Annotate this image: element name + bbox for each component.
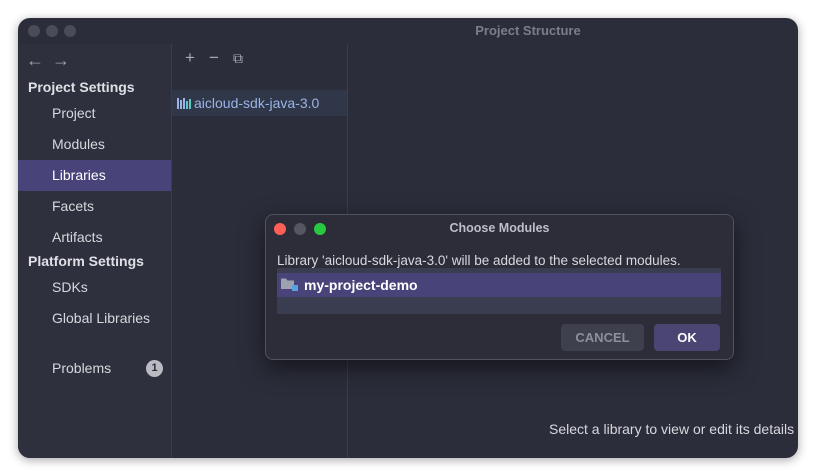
arrow-left-icon[interactable]: ← <box>26 50 52 71</box>
dialog-title: Choose Modules <box>449 221 550 235</box>
cancel-button[interactable]: CANCEL <box>561 324 644 351</box>
sidebar-item-libraries[interactable]: Libraries <box>18 160 171 191</box>
platform-settings-heading: Platform Settings <box>28 253 144 269</box>
library-item-label: aicloud-sdk-java-3.0 <box>194 95 320 111</box>
project-structure-window: Project Structure ← → Project Settings Pr… <box>18 18 798 458</box>
add-icon[interactable]: + <box>178 48 202 68</box>
library-toolbar: + − ⧉ <box>178 48 250 68</box>
sidebar-item-artifacts[interactable]: Artifacts <box>18 222 171 253</box>
sidebar: ← → Project Settings Project Modules Libr… <box>18 44 171 458</box>
module-item[interactable]: my-project-demo <box>277 273 721 297</box>
sidebar-item-problems[interactable]: Problems 1 <box>18 353 171 384</box>
module-folder-icon <box>281 278 298 291</box>
arrow-right-icon[interactable]: → <box>52 50 78 71</box>
problems-count-badge: 1 <box>146 360 163 377</box>
window-title: Project Structure <box>475 23 581 38</box>
sidebar-item-project[interactable]: Project <box>18 98 171 129</box>
empty-selection-message: Select a library to view or edit its det… <box>549 421 795 437</box>
ok-button[interactable]: OK <box>654 324 720 351</box>
sidebar-item-modules[interactable]: Modules <box>18 129 171 160</box>
title-bar: Project Structure <box>18 18 798 44</box>
module-item-label: my-project-demo <box>304 277 418 293</box>
copy-icon[interactable]: ⧉ <box>226 50 250 67</box>
remove-icon[interactable]: − <box>202 48 226 68</box>
module-list: my-project-demo <box>277 268 721 314</box>
nav-arrows: ← → <box>26 50 78 71</box>
sidebar-item-global-libraries[interactable]: Global Libraries <box>18 303 171 334</box>
sidebar-item-facets[interactable]: Facets <box>18 191 171 222</box>
dialog-message: Library 'aicloud-sdk-java-3.0' will be a… <box>277 253 681 268</box>
library-icon <box>177 98 191 109</box>
problems-label: Problems <box>52 360 112 376</box>
library-item[interactable]: aicloud-sdk-java-3.0 <box>172 90 347 116</box>
choose-modules-dialog: Choose Modules Library 'aicloud-sdk-java… <box>265 214 734 360</box>
project-settings-heading: Project Settings <box>28 79 135 95</box>
sidebar-item-sdks[interactable]: SDKs <box>18 272 171 303</box>
